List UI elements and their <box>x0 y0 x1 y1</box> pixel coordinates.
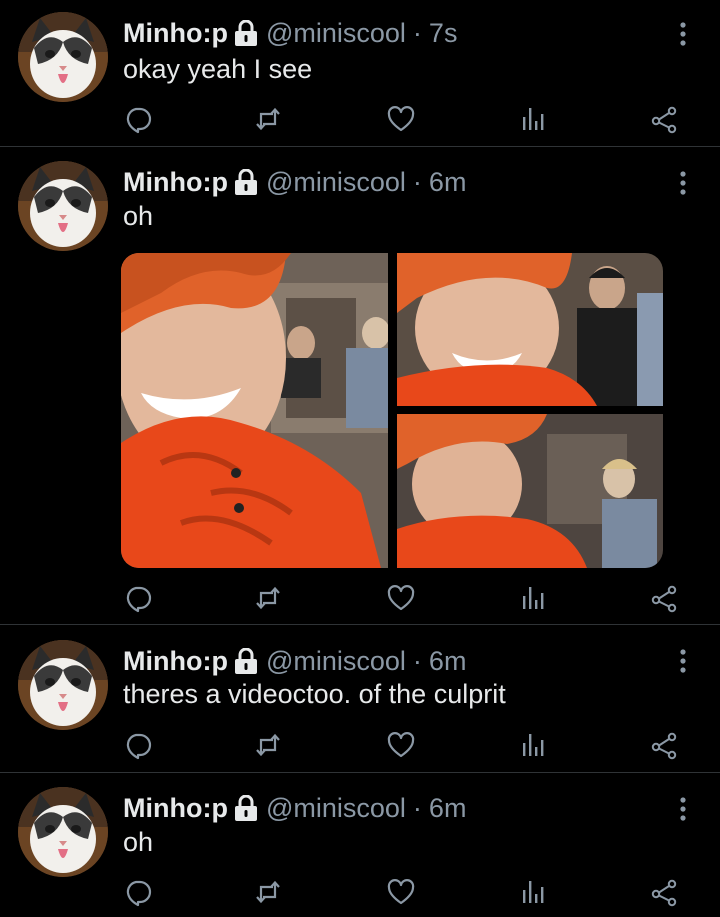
share-icon[interactable] <box>649 583 679 613</box>
reply-icon[interactable] <box>123 877 153 907</box>
lock-icon <box>234 20 258 46</box>
separator: · <box>412 167 422 197</box>
display-name[interactable]: Minho:p <box>123 16 228 50</box>
more-icon[interactable] <box>676 647 690 675</box>
photo-3[interactable] <box>397 414 663 568</box>
action-bar <box>0 104 720 140</box>
tweet[interactable]: Minho:p @miniscool · 6m oh <box>0 773 720 917</box>
share-icon[interactable] <box>649 877 679 907</box>
handle[interactable]: @miniscool <box>266 16 406 50</box>
separator: · <box>412 646 422 676</box>
avatar[interactable] <box>18 640 108 730</box>
lock-icon <box>234 169 258 195</box>
more-icon[interactable] <box>676 169 690 197</box>
tweet-text: theres a videoctoo. of the culprit <box>123 679 506 709</box>
share-icon[interactable] <box>649 104 679 134</box>
views-icon[interactable] <box>518 730 548 760</box>
photo-1[interactable] <box>121 253 388 568</box>
lock-icon <box>234 648 258 674</box>
handle[interactable]: @miniscool <box>266 791 406 825</box>
like-icon[interactable] <box>386 104 416 134</box>
action-bar <box>0 583 720 619</box>
tweet-header: Minho:p @miniscool · 6m <box>123 791 466 825</box>
retweet-icon[interactable] <box>253 583 283 613</box>
tweet-text: oh <box>123 827 154 857</box>
views-icon[interactable] <box>518 583 548 613</box>
retweet-icon[interactable] <box>253 104 283 134</box>
action-bar <box>0 730 720 766</box>
reply-icon[interactable] <box>123 583 153 613</box>
share-icon[interactable] <box>649 730 679 760</box>
tweet-header: Minho:p @miniscool · 7s <box>123 16 457 50</box>
media-grid <box>121 253 663 568</box>
avatar[interactable] <box>18 787 108 877</box>
photo-2[interactable] <box>397 253 663 406</box>
timestamp[interactable]: 6m <box>429 791 467 825</box>
display-name[interactable]: Minho:p <box>123 165 228 199</box>
timestamp[interactable]: 7s <box>429 16 458 50</box>
like-icon[interactable] <box>386 583 416 613</box>
display-name[interactable]: Minho:p <box>123 791 228 825</box>
tweet-text: oh <box>123 201 154 231</box>
reply-icon[interactable] <box>123 730 153 760</box>
separator: · <box>412 793 422 823</box>
reply-icon[interactable] <box>123 104 153 134</box>
separator: · <box>412 18 422 48</box>
tweet-text: okay yeah I see <box>123 54 313 84</box>
tweet[interactable]: Minho:p @miniscool · 6m theres a videoct… <box>0 625 720 773</box>
views-icon[interactable] <box>518 104 548 134</box>
avatar[interactable] <box>18 12 108 102</box>
more-icon[interactable] <box>676 795 690 823</box>
retweet-icon[interactable] <box>253 730 283 760</box>
handle[interactable]: @miniscool <box>266 165 406 199</box>
retweet-icon[interactable] <box>253 877 283 907</box>
lock-icon <box>234 795 258 821</box>
tweet-header: Minho:p @miniscool · 6m <box>123 165 466 199</box>
timestamp[interactable]: 6m <box>429 644 467 678</box>
timestamp[interactable]: 6m <box>429 165 467 199</box>
tweet-header: Minho:p @miniscool · 6m <box>123 644 466 678</box>
avatar[interactable] <box>18 161 108 251</box>
like-icon[interactable] <box>386 877 416 907</box>
tweet[interactable]: Minho:p @miniscool · 7s okay yeah I see <box>0 0 720 147</box>
more-icon[interactable] <box>676 20 690 48</box>
action-bar <box>0 877 720 913</box>
display-name[interactable]: Minho:p <box>123 644 228 678</box>
handle[interactable]: @miniscool <box>266 644 406 678</box>
views-icon[interactable] <box>518 877 548 907</box>
like-icon[interactable] <box>386 730 416 760</box>
tweet[interactable]: Minho:p @miniscool · 6m oh <box>0 147 720 625</box>
